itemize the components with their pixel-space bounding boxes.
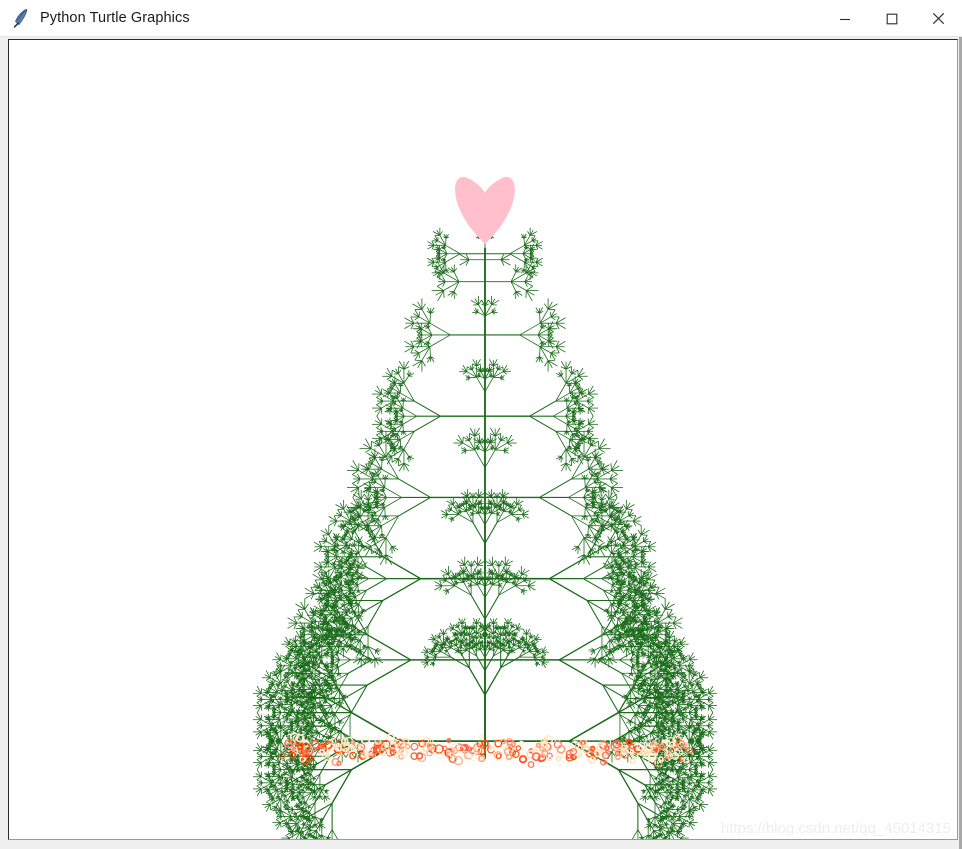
petal [318,744,324,750]
petal [590,758,596,764]
petal [298,749,303,754]
petal [290,747,296,753]
maximize-button[interactable] [868,0,915,37]
petal [527,761,535,768]
turtle-canvas[interactable]: https://blog.csdn.net/qq_45014315 [8,39,958,840]
petal [518,755,528,764]
turtle-drawing [252,176,718,839]
heart-shape [455,176,515,244]
petal [360,752,367,759]
petal [360,735,371,745]
petal [547,756,553,762]
turtle-graphics-window: Python Turtle Graphics https://blog.csdn… [0,0,962,849]
window-title: Python Turtle Graphics [40,10,190,26]
minimize-button[interactable] [821,0,868,37]
petal [374,746,381,754]
titlebar: Python Turtle Graphics [0,0,962,37]
close-button[interactable] [915,0,962,37]
petal [488,745,496,752]
petal [667,749,673,754]
maximize-icon [886,13,897,24]
canvas-container: https://blog.csdn.net/qq_45014315 [0,37,962,849]
petal [436,752,444,760]
petal [658,743,666,751]
feather-icon [13,8,28,28]
petal [495,753,502,759]
petal [518,740,525,747]
petal [686,747,693,754]
petal [478,734,485,740]
petal [629,758,636,764]
petal [470,755,477,762]
close-icon [932,12,945,25]
petal [515,745,522,751]
petal [580,740,586,746]
minimize-icon [839,18,850,20]
window-controls [821,0,962,36]
heart-topper [455,176,515,244]
